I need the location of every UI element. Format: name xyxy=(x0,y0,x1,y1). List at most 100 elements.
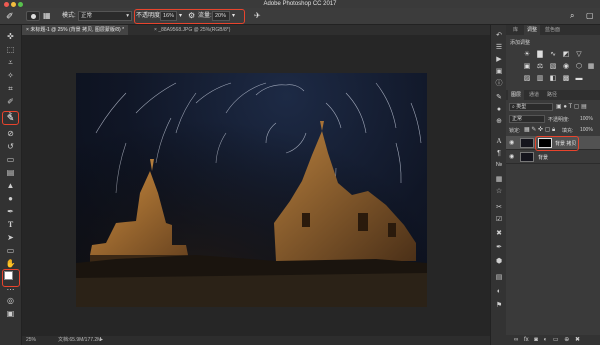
panel-icon-strip: ↶ ☰ ▶ ▣ ⓘ ✎ ● ⊕ A ¶ № ▦ ☆ ✂ ☑ ✖ ✒ ⬢ ▤ ◐ … xyxy=(490,25,506,345)
type-tool-icon[interactable]: T xyxy=(4,219,17,230)
tab-channels[interactable]: 通道 xyxy=(526,90,542,100)
tab-layers[interactable]: 图层 xyxy=(508,90,525,100)
paragraph-icon[interactable]: ¶ xyxy=(494,149,504,158)
lasso-tool-icon[interactable]: ⩡ xyxy=(4,57,17,68)
blend-mode-value: 正常 xyxy=(81,13,93,19)
fx-icon[interactable]: fx xyxy=(524,337,529,343)
gradient-map-icon[interactable]: ▬ xyxy=(574,75,584,83)
actions-icon[interactable]: ▶ xyxy=(494,55,504,64)
posterize-icon[interactable]: ▥ xyxy=(535,75,545,83)
exposure-icon[interactable]: ◩ xyxy=(561,51,571,59)
tab-document-1[interactable]: × 未标题-1 @ 25% (背景 拷贝, 图层蒙版/8) * xyxy=(22,25,129,35)
invert-icon[interactable]: ▨ xyxy=(522,75,532,83)
brush-preset-picker[interactable] xyxy=(26,11,40,21)
selective-color-icon[interactable]: ▩ xyxy=(561,75,571,83)
layer-blend-mode-select[interactable]: 正常 xyxy=(509,115,545,123)
paths-icon[interactable]: ✒ xyxy=(494,243,504,252)
clone-source-icon[interactable]: ⊕ xyxy=(494,117,504,126)
tab-paths[interactable]: 路径 xyxy=(544,90,560,100)
new-layer-icon[interactable]: ⊕ xyxy=(564,337,569,343)
black-white-icon[interactable]: ▧ xyxy=(548,63,558,71)
zoom-level[interactable]: 25% xyxy=(26,336,36,345)
dodge-tool-icon[interactable]: ● xyxy=(4,193,17,204)
lock-icons[interactable]: ▦ ✎ ✜ ▢ 🔒︎ xyxy=(524,126,555,134)
curves-icon[interactable]: ∿ xyxy=(548,51,558,59)
hue-saturation-icon[interactable]: ▣ xyxy=(522,63,532,71)
filter-icons[interactable]: ▣ ● T ▢ ▤ xyxy=(556,103,587,110)
brush-settings-icon[interactable]: ✎ xyxy=(494,93,504,102)
brightness-contrast-icon[interactable]: ☀ xyxy=(522,51,532,59)
3d-icon[interactable]: ⬢ xyxy=(494,257,504,266)
mask-icon[interactable]: ◙ xyxy=(534,337,538,343)
brush-panel-icon[interactable]: ▦ xyxy=(43,11,51,21)
close-icon[interactable]: × xyxy=(154,27,157,33)
levels-icon[interactable]: ▇ xyxy=(535,51,545,59)
rectangle-tool-icon[interactable]: ▭ xyxy=(4,245,17,256)
history-icon[interactable]: ↶ xyxy=(494,31,504,40)
status-bar: 25% 文档:65.9M/177.2M ▸ xyxy=(22,336,490,345)
blur-tool-icon[interactable]: ▲ xyxy=(4,180,17,191)
eraser-tool-icon[interactable]: ▭ xyxy=(4,154,17,165)
layer-thumbnail xyxy=(520,138,534,148)
path-selection-tool-icon[interactable]: ➤ xyxy=(4,232,17,243)
info-icon[interactable]: ⓘ xyxy=(494,79,504,88)
measurement-icon[interactable]: ✖ xyxy=(494,229,504,238)
crop-tool-icon[interactable]: ⌗ xyxy=(4,83,17,94)
hand-tool-icon[interactable]: ✋ xyxy=(4,258,17,269)
eyedropper-tool-icon[interactable]: ✐ xyxy=(4,96,17,107)
document-image[interactable] xyxy=(76,73,427,307)
workspace-icon[interactable]: ▢ xyxy=(586,11,594,21)
canvas-area[interactable] xyxy=(22,35,490,336)
brush-tool-icon[interactable]: ✎ xyxy=(2,111,19,125)
adjustment-layer-icon[interactable]: ◐ xyxy=(544,337,548,343)
blend-mode-select[interactable]: 正常 ▾ xyxy=(78,11,132,21)
timeline-icon[interactable]: ▤ xyxy=(494,273,504,282)
layer-row-background[interactable]: ◉ 背景 xyxy=(506,150,600,164)
tab-blue-panel[interactable]: 蓝色面 xyxy=(542,25,563,35)
tab-libraries[interactable]: 库 xyxy=(510,25,521,35)
eye-icon[interactable]: ◉ xyxy=(509,139,514,146)
styles-icon[interactable]: ☆ xyxy=(494,187,504,196)
eye-icon[interactable]: ◉ xyxy=(509,153,514,160)
layer-kind-filter[interactable]: ⌕ 类型 xyxy=(509,103,553,111)
history-brush-tool-icon[interactable]: ↺ xyxy=(4,141,17,152)
swatches-icon[interactable]: ▦ xyxy=(494,175,504,184)
quick-mask-icon[interactable]: ◎ xyxy=(4,295,17,306)
brush-presets-icon[interactable]: ● xyxy=(494,105,504,114)
foreground-color-swatch[interactable] xyxy=(4,271,13,280)
comments-icon[interactable]: ☑ xyxy=(494,215,504,224)
navigator-icon[interactable]: ▣ xyxy=(494,67,504,76)
properties-icon[interactable]: ☰ xyxy=(494,43,504,52)
magic-wand-tool-icon[interactable]: ✧ xyxy=(4,70,17,81)
threshold-icon[interactable]: ◧ xyxy=(548,75,558,83)
glyphs-icon[interactable]: № xyxy=(494,161,504,170)
close-icon[interactable]: × xyxy=(26,27,29,33)
learn-icon[interactable]: ⚑ xyxy=(494,301,504,310)
tab-document-2[interactable]: × _88A9568.JPG @ 25%(RGB/8*) xyxy=(150,25,234,35)
chevron-right-icon[interactable]: ▸ xyxy=(100,336,103,345)
pen-tool-icon[interactable]: ✒ xyxy=(4,206,17,217)
trash-icon[interactable]: ✖ xyxy=(575,337,580,343)
search-icon[interactable]: ⌕ xyxy=(570,11,574,21)
group-icon[interactable]: ▭ xyxy=(553,337,559,343)
photo-filter-icon[interactable]: ◉ xyxy=(561,63,571,71)
link-icon[interactable]: ∞ xyxy=(514,337,518,343)
title-bar: Adobe Photoshop CC 2017 xyxy=(0,0,600,8)
color-balance-icon[interactable]: ⚖ xyxy=(535,63,545,71)
tool-presets-icon[interactable]: ✂ xyxy=(494,203,504,212)
airbrush-icon[interactable]: ✈ xyxy=(254,11,261,21)
vibrance-icon[interactable]: ▽ xyxy=(574,51,584,59)
color-lookup-icon[interactable]: ▦ xyxy=(586,63,596,71)
clone-stamp-tool-icon[interactable]: ⊘ xyxy=(4,128,17,139)
fill-value[interactable]: 100% xyxy=(580,127,593,133)
gradient-tool-icon[interactable]: ▤ xyxy=(4,167,17,178)
screen-mode-icon[interactable]: ▣ xyxy=(4,308,17,319)
libraries-icon[interactable]: ◐ xyxy=(494,287,504,296)
brush-tool-icon[interactable]: ✐ xyxy=(6,11,14,21)
tab-adjustments[interactable]: 调整 xyxy=(524,25,541,35)
move-tool-icon[interactable]: ✜ xyxy=(4,31,17,42)
channel-mixer-icon[interactable]: ⬡ xyxy=(574,63,584,71)
character-icon[interactable]: A xyxy=(494,137,504,146)
marquee-tool-icon[interactable]: ⬚ xyxy=(4,44,17,55)
layer-opacity-value[interactable]: 100% xyxy=(580,116,593,122)
